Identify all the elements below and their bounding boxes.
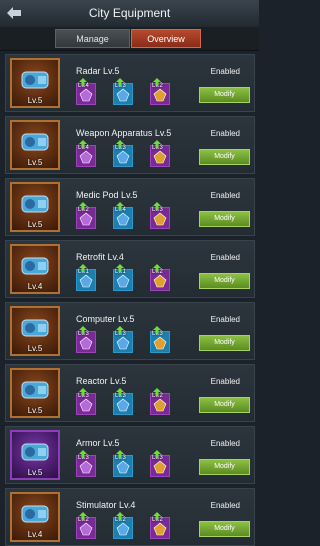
status-text: Enabled xyxy=(210,67,240,76)
equipment-name: Computer Lv.5 xyxy=(76,314,135,324)
module-slot[interactable]: Lv.2 xyxy=(150,78,170,105)
modify-button[interactable]: Modify xyxy=(199,273,250,289)
module-slot[interactable]: Lv.3 xyxy=(150,326,170,353)
module-slot[interactable]: Lv.3 xyxy=(76,450,96,477)
module-slot[interactable]: Lv.3 xyxy=(76,388,96,415)
equipment-portrait[interactable]: Lv.4 xyxy=(10,244,60,294)
module-slot[interactable]: Lv.3 xyxy=(150,450,170,477)
portrait-level: Lv.5 xyxy=(27,158,43,167)
equipment-row: Lv.4 Stimulator Lv.4 Enabled Lv.2 Lv.2 Lv.2 Mo… xyxy=(5,488,255,546)
module-slot[interactable]: Lv.2 xyxy=(150,388,170,415)
portrait-level: Lv.5 xyxy=(27,220,43,229)
module-slot[interactable]: Lv.3 xyxy=(113,140,133,167)
module-slot[interactable]: Lv.3 xyxy=(113,326,133,353)
page-title: City Equipment xyxy=(88,6,171,20)
status-text: Enabled xyxy=(210,439,240,448)
module-slot[interactable]: Lv.3 xyxy=(113,78,133,105)
equipment-row: Lv.4 Retrofit Lv.4 Enabled Lv.1 Lv.1 Lv.2 Modi… xyxy=(5,240,255,298)
status-text: Enabled xyxy=(210,315,240,324)
module-slot[interactable]: Lv.1 xyxy=(76,264,96,291)
status-text: Enabled xyxy=(210,253,240,262)
module-slot[interactable]: Lv.3 xyxy=(76,326,96,353)
modify-button[interactable]: Modify xyxy=(199,87,250,103)
module-slot[interactable]: Lv.3 xyxy=(150,140,170,167)
equipment-row: Lv.5 Armor Lv.5 Enabled Lv.3 Lv.3 Lv.3 Modify xyxy=(5,426,255,484)
module-slot[interactable]: Lv.2 xyxy=(76,512,96,539)
equipment-row: Lv.5 Medic Pod Lv.5 Enabled Lv.2 Lv.4 Lv.3 Mod… xyxy=(5,178,255,236)
equipment-row: Lv.5 Weapon Apparatus Lv.5 Enabled Lv.4 Lv.3… xyxy=(5,116,255,174)
status-text: Enabled xyxy=(210,191,240,200)
module-slot[interactable]: Lv.2 xyxy=(150,264,170,291)
modify-button[interactable]: Modify xyxy=(199,459,250,475)
equipment-portrait[interactable]: Lv.5 xyxy=(10,120,60,170)
module-slot[interactable]: Lv.1 xyxy=(113,264,133,291)
portrait-level: Lv.5 xyxy=(27,468,43,477)
equipment-row: Lv.5 Radar Lv.5 Enabled Lv.4 Lv.3 Lv.2 Modify xyxy=(5,54,255,112)
modify-button[interactable]: Modify xyxy=(199,521,250,537)
module-slot[interactable]: Lv.3 xyxy=(113,388,133,415)
modify-button[interactable]: Modify xyxy=(199,149,250,165)
header-bar: City Equipment xyxy=(0,0,259,28)
module-slot[interactable]: Lv.3 xyxy=(113,450,133,477)
equipment-portrait[interactable]: Lv.5 xyxy=(10,368,60,418)
equipment-name: Armor Lv.5 xyxy=(76,438,120,448)
equipment-portrait[interactable]: Lv.5 xyxy=(10,182,60,232)
equipment-name: Medic Pod Lv.5 xyxy=(76,190,138,200)
portrait-level: Lv.5 xyxy=(27,96,43,105)
status-text: Enabled xyxy=(210,129,240,138)
tab-manage[interactable]: Manage xyxy=(55,29,130,48)
equipment-row: Lv.5 Reactor Lv.5 Enabled Lv.3 Lv.3 Lv.2 Modif… xyxy=(5,364,255,422)
module-slot[interactable]: Lv.2 xyxy=(150,512,170,539)
equipment-row: Lv.5 Computer Lv.5 Enabled Lv.3 Lv.3 Lv.3 Modi… xyxy=(5,302,255,360)
equipment-name: Retrofit Lv.4 xyxy=(76,252,124,262)
module-slot[interactable]: Lv.4 xyxy=(113,202,133,229)
status-text: Enabled xyxy=(210,377,240,386)
status-text: Enabled xyxy=(210,501,240,510)
module-slot[interactable]: Lv.3 xyxy=(150,202,170,229)
modify-button[interactable]: Modify xyxy=(199,397,250,413)
equipment-name: Radar Lv.5 xyxy=(76,66,120,76)
equipment-portrait[interactable]: Lv.5 xyxy=(10,306,60,356)
equipment-portrait[interactable]: Lv.5 xyxy=(10,58,60,108)
module-slot[interactable]: Lv.4 xyxy=(76,78,96,105)
modify-button[interactable]: Modify xyxy=(199,211,250,227)
equipment-name: Reactor Lv.5 xyxy=(76,376,127,386)
portrait-level: Lv.4 xyxy=(27,282,43,291)
module-slot[interactable]: Lv.2 xyxy=(76,202,96,229)
equipment-name: Weapon Apparatus Lv.5 xyxy=(76,128,172,138)
equipment-portrait[interactable]: Lv.5 xyxy=(10,430,60,480)
portrait-level: Lv.4 xyxy=(27,530,43,539)
tab-bar: Manage Overview xyxy=(0,27,259,51)
equipment-name: Stimulator Lv.4 xyxy=(76,500,136,510)
modify-button[interactable]: Modify xyxy=(199,335,250,351)
module-slot[interactable]: Lv.4 xyxy=(76,140,96,167)
portrait-level: Lv.5 xyxy=(27,344,43,353)
portrait-level: Lv.5 xyxy=(27,406,43,415)
tab-overview[interactable]: Overview xyxy=(131,29,201,48)
module-slot[interactable]: Lv.2 xyxy=(113,512,133,539)
